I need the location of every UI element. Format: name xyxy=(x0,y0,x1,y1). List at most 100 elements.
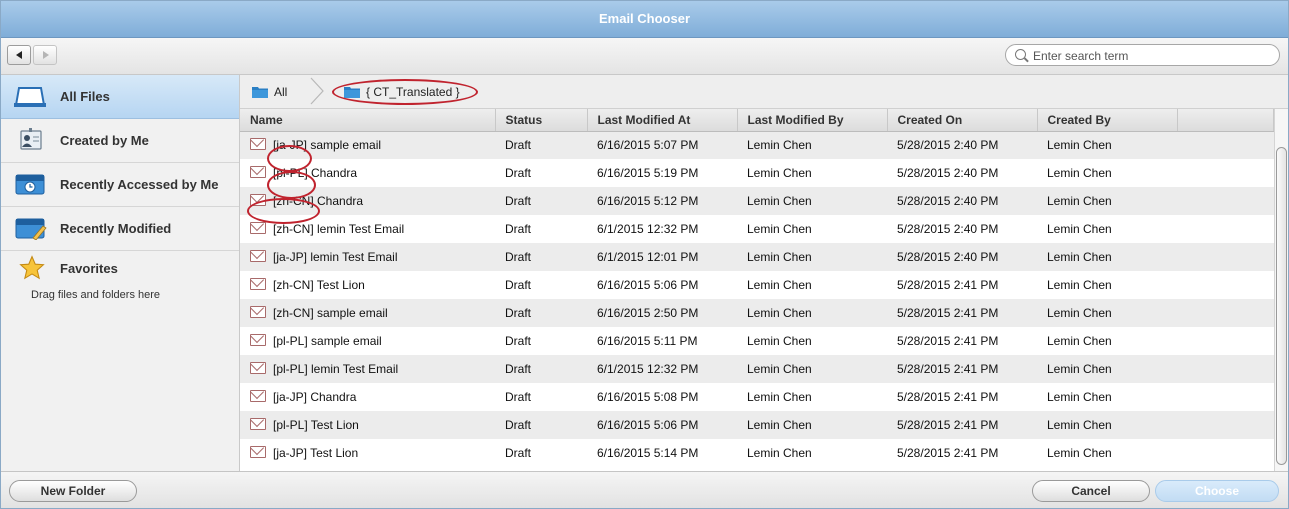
column-header-last-modified-by[interactable]: Last Modified By xyxy=(737,109,888,132)
vertical-scrollbar[interactable] xyxy=(1274,109,1288,472)
email-icon xyxy=(250,194,266,206)
sidebar-item-all-files[interactable]: All Files xyxy=(1,75,239,119)
cell-text: Lemin Chen xyxy=(1047,222,1112,236)
scrollbar-thumb[interactable] xyxy=(1276,147,1287,465)
cell-created-on: 5/28/2015 2:40 PM xyxy=(887,243,1037,271)
cell-text: 5/28/2015 2:41 PM xyxy=(897,278,999,292)
dialog-title: Email Chooser xyxy=(1,1,1288,38)
cell-text: [zh-CN] sample email xyxy=(273,306,388,320)
cell-text: [pl-PL] lemin Test Email xyxy=(273,362,399,376)
breadcrumb: All { CT_Translated } xyxy=(240,75,1288,109)
cell-text: Lemin Chen xyxy=(747,362,812,376)
table-row[interactable]: [pl-PL] sample email Draft 6/16/2015 5:11 … xyxy=(240,327,1274,355)
table-row[interactable]: [ja-JP] Test Lion Draft 6/16/2015 5:14 PM L… xyxy=(240,439,1274,467)
cell-text: [pl-PL] Chandra xyxy=(273,166,358,180)
cell-name: [ja-JP] sample email xyxy=(240,131,495,159)
cell-text: Lemin Chen xyxy=(1047,306,1112,320)
table-row[interactable]: [pl-PL] Test Lion Draft 6/16/2015 5:06 PM L… xyxy=(240,411,1274,439)
cell-text: Lemin Chen xyxy=(1047,250,1112,264)
search-box[interactable] xyxy=(1005,44,1280,66)
column-header-name[interactable]: Name xyxy=(240,109,496,132)
cell-text: [zh-CN] lemin Test Email xyxy=(273,222,405,236)
cell-text: Lemin Chen xyxy=(1047,166,1112,180)
cell-text: Draft xyxy=(505,334,532,348)
cell-name: [pl-PL] Chandra xyxy=(240,159,495,187)
cell-text: 6/1/2015 12:32 PM xyxy=(597,222,699,236)
sidebar-item-recently-accessed[interactable]: Recently Accessed by Me xyxy=(1,163,239,207)
cell-text: 5/28/2015 2:40 PM xyxy=(897,250,999,264)
column-header-created-by[interactable]: Created By xyxy=(1037,109,1178,132)
cell-name: [zh-CN] sample email xyxy=(240,299,495,327)
table-row[interactable]: [zh-CN] sample email Draft 6/16/2015 2:50 … xyxy=(240,299,1274,327)
table-row[interactable]: [pl-PL] Chandra Draft 6/16/2015 5:19 PM Lem… xyxy=(240,159,1274,187)
cell-text: 5/28/2015 2:41 PM xyxy=(897,306,999,320)
email-icon xyxy=(250,222,266,234)
favorites-section[interactable]: Favorites Drag files and folders here xyxy=(1,251,239,311)
cell-created-on: 5/28/2015 2:40 PM xyxy=(887,187,1037,215)
cell-text: [zh-CN] Chandra xyxy=(273,194,364,208)
sidebar: All Files Created by Me Recently Accesse… xyxy=(1,75,240,472)
table-row[interactable]: [pl-PL] lemin Test Email Draft 6/1/2015 12… xyxy=(240,355,1274,383)
cell-created-by: Lemin Chen xyxy=(1037,439,1177,467)
cell-created-by: Lemin Chen xyxy=(1037,215,1177,243)
table-row[interactable]: [zh-CN] Test Lion Draft 6/16/2015 5:06 PM L… xyxy=(240,271,1274,299)
cell-text: Lemin Chen xyxy=(747,334,812,348)
table-row[interactable]: [ja-JP] Chandra Draft 6/16/2015 5:08 PM Lem… xyxy=(240,383,1274,411)
cell-status: Draft xyxy=(495,355,587,383)
star-icon xyxy=(19,255,45,280)
new-folder-button[interactable]: New Folder xyxy=(9,480,137,502)
cell-filler xyxy=(1177,159,1274,187)
cell-last-modified-at: 6/16/2015 5:06 PM xyxy=(587,411,737,439)
cell-name: [zh-CN] lemin Test Email xyxy=(240,215,495,243)
email-icon xyxy=(250,250,266,262)
file-table-wrapper: Name Status Last Modified At Last Modifi… xyxy=(240,109,1288,472)
cell-last-modified-by: Lemin Chen xyxy=(737,215,887,243)
cell-last-modified-by: Lemin Chen xyxy=(737,383,887,411)
cell-text: [ja-JP] lemin Test Email xyxy=(273,250,398,264)
cell-last-modified-at: 6/1/2015 12:32 PM xyxy=(587,215,737,243)
sidebar-item-recently-modified[interactable]: Recently Modified xyxy=(1,207,239,251)
email-icon xyxy=(250,306,266,318)
cell-filler xyxy=(1177,271,1274,299)
table-row[interactable]: [ja-JP] lemin Test Email Draft 6/1/2015 12… xyxy=(240,243,1274,271)
cell-created-on: 5/28/2015 2:40 PM xyxy=(887,215,1037,243)
sidebar-item-created-by-me[interactable]: Created by Me xyxy=(1,119,239,163)
favorites-hint: Drag files and folders here xyxy=(31,289,161,301)
cell-filler xyxy=(1177,355,1274,383)
cell-text: Draft xyxy=(505,418,532,432)
cancel-button[interactable]: Cancel xyxy=(1032,480,1150,502)
search-input[interactable] xyxy=(1031,47,1275,65)
cell-created-on: 5/28/2015 2:41 PM xyxy=(887,299,1037,327)
dialog-footer: New Folder Cancel Choose xyxy=(1,471,1288,508)
cell-name: [zh-CN] Chandra xyxy=(240,187,495,215)
cell-text: Lemin Chen xyxy=(1047,446,1112,460)
cell-last-modified-at: 6/16/2015 5:12 PM xyxy=(587,187,737,215)
cell-status: Draft xyxy=(495,327,587,355)
breadcrumb-root[interactable]: All xyxy=(252,84,287,100)
cell-created-by: Lemin Chen xyxy=(1037,355,1177,383)
column-header-status[interactable]: Status xyxy=(495,109,588,132)
breadcrumb-current[interactable]: { CT_Translated } xyxy=(344,84,460,100)
forward-button[interactable] xyxy=(33,45,57,65)
choose-button[interactable]: Choose xyxy=(1155,480,1279,502)
cell-filler xyxy=(1177,243,1274,271)
cell-status: Draft xyxy=(495,131,587,159)
sidebar-item-label: Recently Modified xyxy=(60,221,172,236)
table-row[interactable]: [zh-CN] Chandra Draft 6/16/2015 5:12 PM Lem… xyxy=(240,187,1274,215)
email-icon xyxy=(250,418,266,430)
file-list-panel: All { CT_Translated } Name Status Last M… xyxy=(240,75,1288,472)
cell-name: [ja-JP] Test Lion xyxy=(240,439,495,467)
column-header-last-modified-at[interactable]: Last Modified At xyxy=(587,109,738,132)
back-button[interactable] xyxy=(7,45,31,65)
column-header-created-on[interactable]: Created On xyxy=(887,109,1038,132)
table-row[interactable]: [zh-CN] lemin Test Email Draft 6/1/2015 12… xyxy=(240,215,1274,243)
cell-text: Lemin Chen xyxy=(747,222,812,236)
cell-created-by: Lemin Chen xyxy=(1037,271,1177,299)
cell-text: Lemin Chen xyxy=(1047,194,1112,208)
cell-text: 6/16/2015 5:06 PM xyxy=(597,278,699,292)
breadcrumb-current-label: { CT_Translated } xyxy=(366,85,460,99)
cell-created-on: 5/28/2015 2:41 PM xyxy=(887,327,1037,355)
sidebar-item-label: Created by Me xyxy=(60,133,149,148)
cell-text: [ja-JP] Test Lion xyxy=(273,446,359,460)
table-row[interactable]: [ja-JP] sample email Draft 6/16/2015 5:07 … xyxy=(240,131,1274,159)
